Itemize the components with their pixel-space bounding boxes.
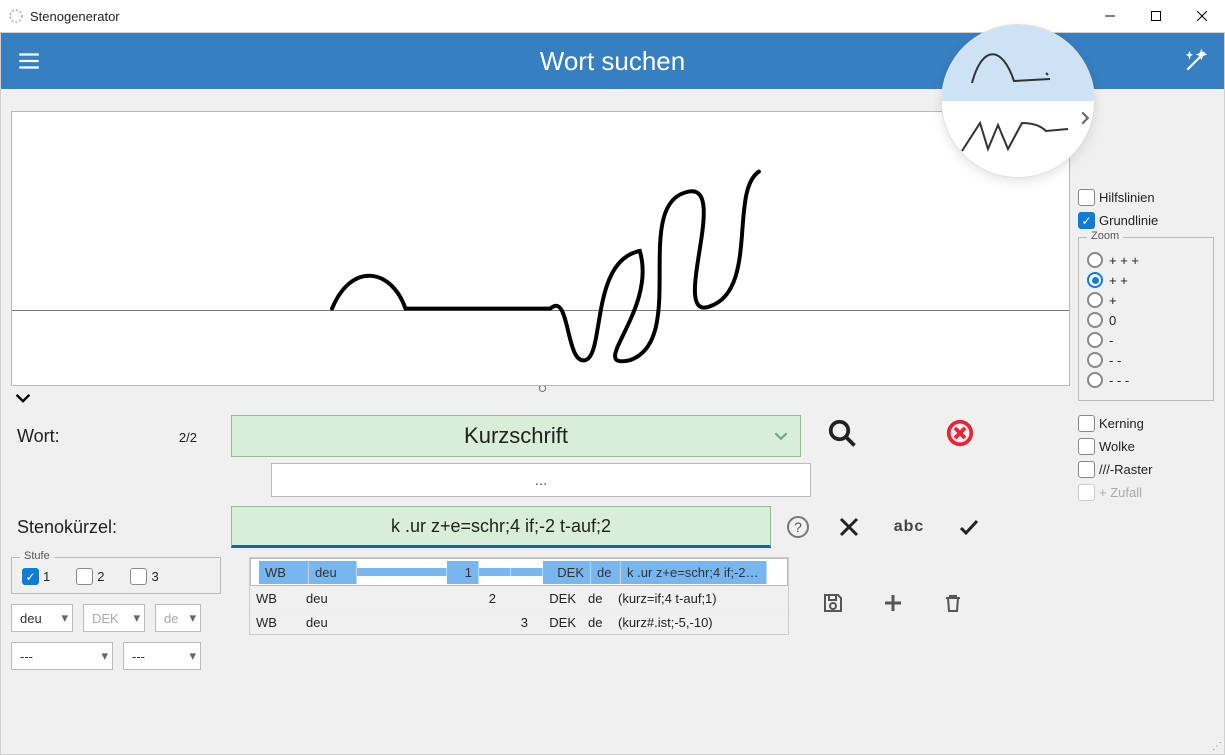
shorthand-preview[interactable] (942, 25, 1094, 177)
zoom-opt-2[interactable]: + (1087, 292, 1205, 308)
clear-button[interactable] (936, 409, 984, 457)
resize-grip[interactable]: ⋰ (1212, 741, 1222, 752)
window-maximize[interactable] (1133, 0, 1179, 32)
raster-checkbox[interactable]: ///-Raster (1078, 461, 1214, 478)
stufe-1-checkbox[interactable]: 1 (22, 568, 50, 585)
wort-label: Wort: (17, 426, 60, 447)
wort-more-button[interactable]: ... (271, 463, 811, 497)
chevron-down-icon (774, 423, 788, 449)
table-row[interactable]: WB deu 1 DEK de k .ur z+e=schr;4 if;-2 t… (250, 558, 788, 586)
zoom-group: Zoom + + + + + + 0 - - - - - - (1078, 237, 1214, 401)
shorthand-canvas[interactable] (11, 111, 1070, 386)
extra-select-1[interactable]: ---▾ (11, 642, 113, 670)
kuerzel-input[interactable]: k .ur z+e=schr;4 if;-2 t-auf;2 (231, 506, 771, 548)
delete-icon[interactable] (929, 579, 977, 627)
confirm-icon[interactable] (945, 503, 993, 551)
window-close[interactable] (1179, 0, 1225, 32)
window-title: Stenogenerator (30, 9, 120, 24)
search-button[interactable] (818, 409, 866, 457)
zoom-opt-5[interactable]: - - (1087, 352, 1205, 368)
chevron-down-icon[interactable] (15, 390, 31, 409)
magic-wand-icon[interactable] (1168, 33, 1224, 89)
zoom-opt-6[interactable]: - - - (1087, 372, 1205, 388)
system-select[interactable]: DEK▾ (83, 604, 145, 632)
text-mode-icon[interactable]: abc (885, 503, 933, 551)
hamburger-menu[interactable] (1, 33, 57, 89)
wort-count: 2/2 (179, 430, 197, 445)
kuerzel-label: Stenokürzel: (17, 517, 117, 538)
wort-combo[interactable]: Kurzschrift (231, 415, 801, 457)
zoom-opt-3[interactable]: 0 (1087, 312, 1205, 328)
hilfslinien-checkbox[interactable]: Hilfslinien (1078, 189, 1214, 206)
cancel-icon[interactable] (825, 503, 873, 551)
add-icon[interactable] (869, 579, 917, 627)
save-icon[interactable] (809, 579, 857, 627)
table-row[interactable]: WB deu 2 DEK de (kurz=if;4 t-auf;1) (250, 586, 788, 610)
zoom-opt-1[interactable]: + + (1087, 272, 1205, 288)
stufe-2-checkbox[interactable]: 2 (76, 568, 104, 585)
app-icon (8, 8, 24, 24)
lang-select[interactable]: deu▾ (11, 604, 73, 632)
extra-select-2[interactable]: ---▾ (123, 642, 201, 670)
zoom-opt-0[interactable]: + + + (1087, 252, 1205, 268)
stufe-3-checkbox[interactable]: 3 (130, 568, 158, 585)
stufe-group: Stufe 1 2 3 (11, 557, 221, 594)
locale-select[interactable]: de▾ (155, 604, 201, 632)
chevron-right-icon[interactable] (1078, 111, 1092, 128)
app-header: Wort suchen (1, 33, 1224, 89)
wolke-checkbox[interactable]: Wolke (1078, 438, 1214, 455)
grundlinie-checkbox[interactable]: Grundlinie (1078, 212, 1214, 229)
help-icon[interactable]: ? (787, 516, 809, 538)
kerning-checkbox[interactable]: Kerning (1078, 415, 1214, 432)
stufe-legend: Stufe (20, 550, 54, 562)
zufall-checkbox[interactable]: + Zufall (1078, 484, 1214, 501)
zoom-opt-4[interactable]: - (1087, 332, 1205, 348)
results-table[interactable]: WB deu 1 DEK de k .ur z+e=schr;4 if;-2 t… (249, 557, 789, 635)
table-row[interactable]: WB deu 3 DEK de (kurz#.ist;-5,-10) (250, 610, 788, 634)
